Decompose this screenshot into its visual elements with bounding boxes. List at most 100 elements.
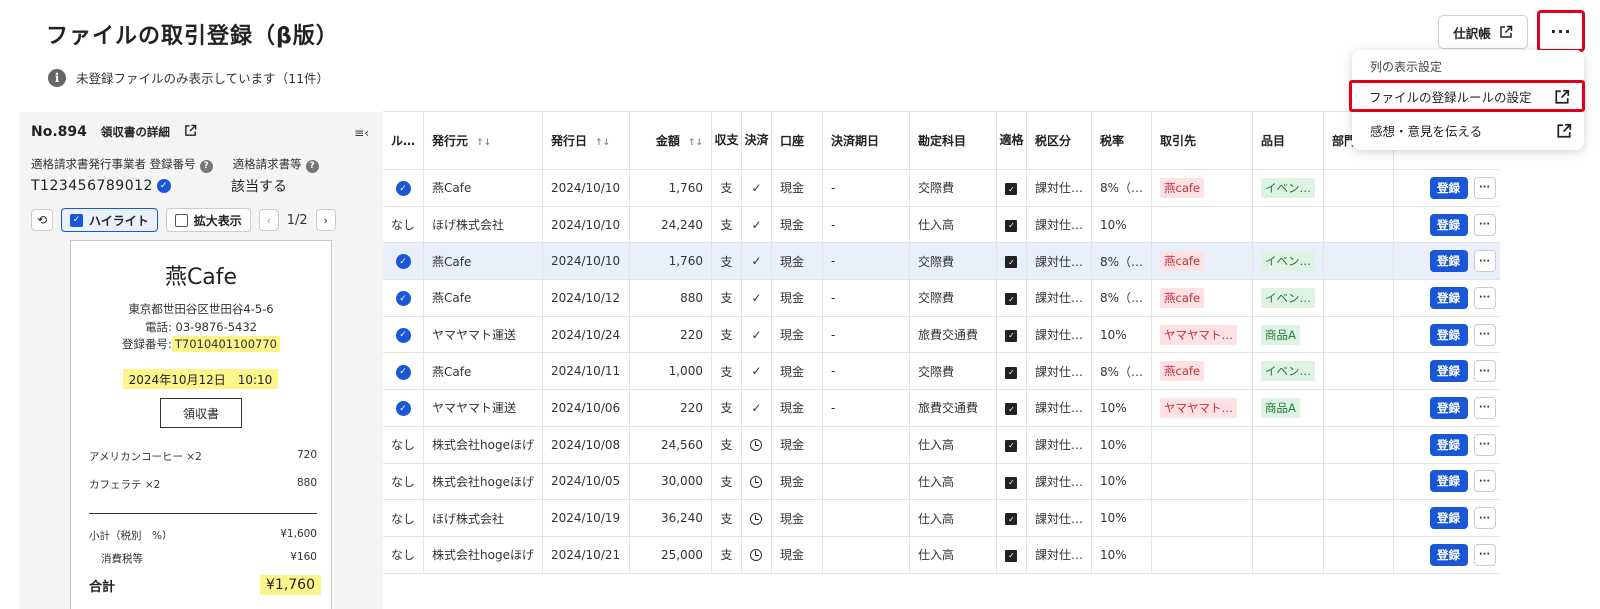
- checkbox-checked-icon[interactable]: ✓: [1005, 329, 1018, 342]
- register-button[interactable]: 登録: [1429, 323, 1468, 346]
- issuer-cell: ほげ株式会社: [423, 206, 543, 244]
- register-button[interactable]: 登録: [1429, 286, 1468, 309]
- inout-cell: 支: [711, 206, 742, 244]
- col-taxcat[interactable]: 税区分: [1026, 111, 1092, 170]
- prev-page-icon[interactable]: ‹: [258, 209, 279, 231]
- row-more-button[interactable]: ···: [1473, 176, 1496, 199]
- row-more-button[interactable]: ···: [1473, 543, 1496, 566]
- checkbox-checked-icon[interactable]: ✓: [1005, 549, 1018, 562]
- subject-cell: 旅費交通費: [909, 316, 997, 354]
- row-more-button[interactable]: ···: [1473, 507, 1496, 530]
- subject-cell: 仕入高: [909, 206, 997, 244]
- register-button[interactable]: 登録: [1429, 543, 1468, 566]
- register-button[interactable]: 登録: [1429, 176, 1468, 199]
- table-row[interactable]: なし 株式会社hogeほげ 2024/10/05 30,000 支現金 仕入高 ✓ 課対仕… 1…: [383, 463, 1500, 501]
- table-row[interactable]: なし ほげ株式会社 2024/10/19 36,240 支現金 仕入高 ✓ 課対仕… 10% 登録…: [383, 499, 1500, 537]
- col-amount[interactable]: 金額 ↑↓: [629, 111, 712, 170]
- external-link-icon: [1554, 89, 1570, 104]
- actions-cell: 登録 ···: [1393, 426, 1500, 464]
- table-row[interactable]: ✓ 燕Cafe 2024/10/10 1,760 支 ✓ 現金 - 交際費 ✓ 課対仕… 8%（… 燕c…: [383, 242, 1500, 281]
- row-more-button[interactable]: ···: [1473, 470, 1496, 493]
- col-due[interactable]: 決済期日: [822, 111, 910, 170]
- dept-cell: [1323, 206, 1395, 244]
- table-row[interactable]: なし 株式会社hogeほげ 2024/10/08 24,560 支現金 仕入高 ✓ 課対仕… 1…: [383, 426, 1500, 464]
- row-more-button[interactable]: ···: [1473, 213, 1496, 236]
- row-more-button[interactable]: ···: [1473, 323, 1496, 346]
- actions-cell: 登録 ···: [1393, 169, 1500, 207]
- register-button[interactable]: 登録: [1429, 360, 1468, 383]
- col-rule[interactable]: ル…: [383, 111, 425, 170]
- receipt-detail-link[interactable]: 領収書の詳細: [101, 124, 198, 140]
- col-settle[interactable]: 決済: [741, 111, 772, 170]
- checkbox-checked-icon[interactable]: ✓: [1005, 476, 1018, 489]
- inout-cell: 支: [711, 389, 742, 427]
- receipt-reg-number: 登録番号: T7010401100770: [71, 336, 331, 352]
- table-row[interactable]: ✓ ヤマヤマト運送 2024/10/24 220 支 ✓ 現金 - 旅費交通費 ✓ 課対仕… 10% ヤ…: [383, 316, 1500, 354]
- row-more-button[interactable]: ···: [1473, 396, 1496, 419]
- highlight-toggle[interactable]: ✓ ハイライト: [61, 208, 158, 232]
- col-rate[interactable]: 税率: [1091, 111, 1153, 170]
- item-cell: イベン…: [1252, 352, 1325, 391]
- checkbox-checked-icon[interactable]: ✓: [1005, 403, 1018, 416]
- file-register-rule-settings-item[interactable]: ファイルの登録ルールの設定: [1349, 80, 1585, 112]
- info-icon: i: [48, 68, 66, 87]
- dept-cell: [1323, 169, 1395, 207]
- row-more-button[interactable]: ···: [1473, 286, 1496, 309]
- register-button[interactable]: 登録: [1429, 213, 1468, 236]
- row-more-button[interactable]: ···: [1473, 250, 1496, 273]
- checkbox-checked-icon[interactable]: ✓: [1005, 366, 1018, 379]
- register-button[interactable]: 登録: [1429, 470, 1468, 493]
- filter-info-text: 未登録ファイルのみ表示しています（11件）: [76, 71, 330, 86]
- table-row[interactable]: なし 株式会社hogeほげ 2024/10/21 25,000 支現金 仕入高 ✓ 課対仕… 1…: [383, 536, 1500, 574]
- row-more-button[interactable]: ···: [1473, 433, 1496, 456]
- col-item[interactable]: 品目: [1252, 111, 1325, 170]
- feedback-item[interactable]: 感想・意見を伝える: [1352, 114, 1584, 146]
- checkbox-checked-icon[interactable]: ✓: [1005, 293, 1018, 306]
- partner-cell: [1151, 206, 1254, 244]
- table-row[interactable]: ✓ 燕Cafe 2024/10/12 880 支 ✓ 現金 - 交際費 ✓ 課対仕… 8%（… 燕caf…: [383, 279, 1500, 317]
- dept-cell: [1323, 352, 1395, 391]
- register-button[interactable]: 登録: [1429, 250, 1468, 273]
- next-page-icon[interactable]: ›: [315, 209, 336, 231]
- col-inout[interactable]: 収支: [711, 111, 742, 170]
- help-icon[interactable]: ?: [199, 159, 213, 173]
- column-display-settings[interactable]: 列の表示設定: [1370, 58, 1442, 75]
- register-button[interactable]: 登録: [1429, 433, 1468, 456]
- registration-number-value: T123456789012 ✓: [31, 176, 231, 196]
- rotate-icon[interactable]: ⟲: [31, 209, 53, 231]
- row-more-button[interactable]: ···: [1473, 360, 1496, 383]
- col-partner[interactable]: 取引先: [1151, 111, 1254, 170]
- col-issuer[interactable]: 発行元 ↑↓: [423, 111, 543, 170]
- qualified-cell: ✓: [996, 463, 1027, 501]
- col-subject[interactable]: 勘定科目: [909, 111, 997, 170]
- col-date[interactable]: 発行日 ↑↓: [542, 111, 630, 170]
- checkbox-checked-icon[interactable]: ✓: [1005, 439, 1018, 452]
- checkbox-checked-icon[interactable]: ✓: [1005, 513, 1018, 526]
- help-icon[interactable]: ?: [305, 159, 319, 173]
- journal-button[interactable]: 仕訳帳: [1438, 15, 1528, 49]
- zoom-toggle[interactable]: 拡大表示: [165, 208, 251, 232]
- due-cell: [822, 536, 910, 574]
- inout-cell: 支: [711, 169, 742, 207]
- external-link-icon: [1556, 123, 1572, 138]
- checkbox-checked-icon[interactable]: ✓: [1005, 183, 1018, 196]
- col-account[interactable]: 口座: [771, 111, 823, 170]
- qualified-cell: ✓: [996, 426, 1027, 464]
- issuer-cell: 株式会社hogeほげ: [423, 426, 543, 464]
- register-button[interactable]: 登録: [1429, 396, 1468, 419]
- checkbox-checked-icon[interactable]: ✓: [1005, 219, 1018, 232]
- table-row[interactable]: ✓ ヤマヤマト運送 2024/10/06 220 支 ✓ 現金 - 旅費交通費 ✓ 課対仕… 10% ヤ…: [383, 389, 1500, 427]
- checkbox-checked-icon[interactable]: ✓: [1005, 256, 1018, 269]
- date-cell: 2024/10/08: [542, 426, 630, 464]
- table-row[interactable]: ✓ 燕Cafe 2024/10/11 1,000 支 ✓ 現金 - 交際費 ✓ 課対仕… 8%（… 燕c…: [383, 352, 1500, 391]
- table-row[interactable]: なし ほげ株式会社 2024/10/10 24,240 支 ✓ 現金 - 仕入高 ✓ 課対仕… 10%…: [383, 206, 1500, 244]
- item-tag: 商品A: [1261, 324, 1300, 345]
- col-qualified[interactable]: 適格: [996, 111, 1027, 170]
- due-cell: -: [822, 242, 910, 281]
- collapse-panel-icon[interactable]: ≡‹: [354, 126, 369, 140]
- more-menu-button[interactable]: ···: [1537, 10, 1585, 52]
- register-button[interactable]: 登録: [1429, 507, 1468, 530]
- item-cell: イベン…: [1252, 169, 1325, 207]
- table-row[interactable]: ✓ 燕Cafe 2024/10/10 1,760 支 ✓ 現金 - 交際費 ✓ 課対仕… 8%（… 燕c…: [383, 169, 1500, 207]
- settle-cell: ✓: [741, 389, 772, 427]
